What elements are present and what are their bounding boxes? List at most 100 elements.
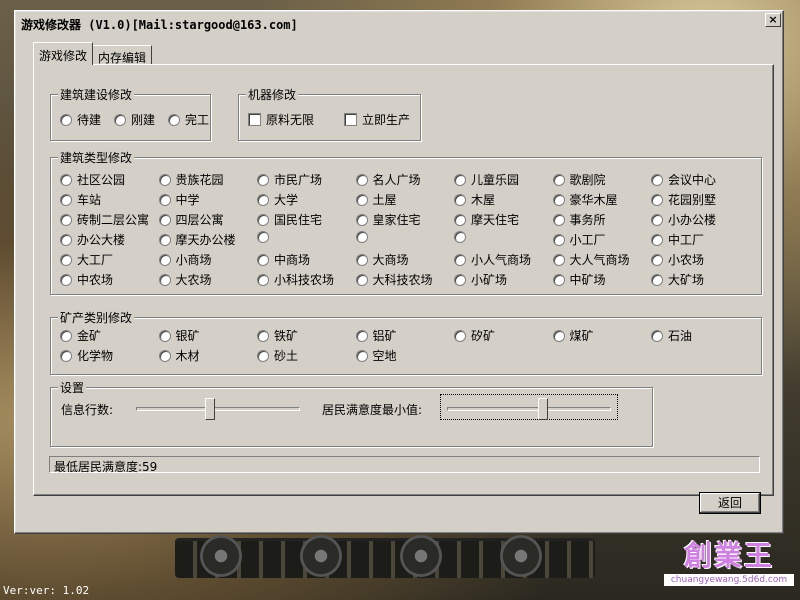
radio-option[interactable]: 社区公园 [60,171,125,188]
radio-option[interactable]: 大科技农场 [355,271,433,288]
radio-option[interactable]: 大矿场 [651,271,704,288]
title-bar[interactable]: 游戏修改器 (V1.0)[Mail:stargood@163.com] [18,14,780,34]
radio-option[interactable]: 车站 [60,191,101,208]
radio-option[interactable]: 四层公寓 [158,211,224,228]
radio-option[interactable]: 皇家住宅 [355,211,421,228]
radio-option[interactable]: 金矿 [60,327,101,344]
radio-icon [454,253,466,266]
radio-option[interactable]: 国民住宅 [257,211,322,228]
radio-option[interactable]: 木屋 [454,191,495,208]
radio-icon [355,349,368,362]
tab-memory-edit[interactable]: 内存编辑 [92,45,153,65]
radio-option[interactable]: 办公大楼 [60,231,125,248]
radio-option[interactable]: 小矿场 [454,271,507,288]
radio-option[interactable]: 事务所 [552,211,606,228]
radio-icon [158,213,171,226]
radio-option[interactable]: 贵族花园 [158,171,224,188]
radio-icon [454,173,466,186]
radio-option[interactable]: 小农场 [651,251,704,268]
radio-option[interactable]: 小工厂 [552,231,606,248]
radio-option[interactable]: 木材 [158,347,200,364]
radio-option[interactable]: 化学物 [60,347,113,364]
radio-option[interactable]: 石油 [651,327,692,344]
radio-option[interactable]: 大工厂 [60,251,113,268]
radio-icon [651,233,663,246]
radio-icon [60,213,72,226]
radio-option[interactable]: 刚建 [114,111,155,128]
group-title: 设置 [58,379,87,396]
radio-icon [158,329,171,342]
radio-option[interactable]: 会议中心 [651,171,716,188]
radio-option[interactable]: 银矿 [158,327,200,344]
radio-icon [651,273,663,286]
radio-option[interactable]: 中矿场 [552,271,606,288]
radio-option[interactable]: 名人广场 [355,171,421,188]
option-label: 大农场 [175,273,212,287]
radio-icon [257,173,269,186]
option-label: 石油 [668,329,693,343]
option-label: 名人广场 [372,173,421,187]
radio-option[interactable]: 小办公楼 [651,211,716,228]
radio-option[interactable]: 土屋 [355,191,397,208]
radio-icon [158,233,171,246]
option-label: 小工厂 [569,233,606,247]
tab-game-modify[interactable]: 游戏修改 [33,42,94,65]
radio-option[interactable]: 煤矿 [552,327,594,344]
radio-option[interactable]: 铁矿 [257,327,298,344]
option-label: 大人气商场 [569,253,630,267]
radio-option[interactable]: 完工 [168,111,209,128]
tread-wheel [200,535,242,577]
radio-option[interactable]: 大商场 [355,251,409,268]
option-label: 四层公寓 [175,213,224,227]
radio-option[interactable]: 砂土 [257,347,298,364]
option-label: 事务所 [569,213,606,227]
option-label: 煤矿 [569,329,594,343]
radio-option[interactable]: 摩天办公楼 [158,231,236,248]
radio-option[interactable]: 中学 [158,191,200,208]
radio-option[interactable] [355,231,373,243]
radio-icon [158,349,171,362]
radio-option[interactable]: 砖制二层公寓 [60,211,149,228]
radio-option[interactable]: 歌剧院 [552,171,606,188]
radio-option[interactable]: 小商场 [158,251,212,268]
radio-option[interactable]: 大人气商场 [552,251,630,268]
option-label: 中矿场 [569,273,606,287]
option-label: 会议中心 [668,173,717,187]
checkbox-option[interactable]: 立即生产 [344,111,410,128]
radio-option[interactable]: 市民广场 [257,171,322,188]
radio-option[interactable]: 小人气商场 [454,251,531,268]
slider-thumb[interactable] [537,398,548,420]
radio-icon [454,273,466,286]
radio-option[interactable]: 摩天住宅 [454,211,519,228]
radio-option[interactable]: 儿童乐园 [454,171,519,188]
radio-option[interactable]: 空地 [355,347,397,364]
min-satisfaction-slider[interactable] [441,396,617,422]
info-rows-slider[interactable] [130,396,306,422]
slider-thumb[interactable] [205,398,216,420]
radio-option[interactable]: 大学 [257,191,298,208]
radio-option[interactable]: 待建 [60,111,101,128]
settings-group: 设置 信息行数: 居民满意度最小值: [50,379,653,447]
radio-option[interactable]: 豪华木屋 [552,191,618,208]
option-label: 歌剧院 [569,173,606,187]
radio-option[interactable]: 中农场 [60,271,113,288]
back-button[interactable]: 返回 [699,492,761,514]
radio-option[interactable]: 矽矿 [454,327,495,344]
radio-option[interactable]: 大农场 [158,271,212,288]
radio-icon [257,193,269,206]
radio-option[interactable]: 中商场 [257,251,310,268]
option-label: 木材 [175,349,200,363]
radio-option[interactable]: 小科技农场 [257,271,334,288]
option-label: 摩天住宅 [471,213,520,227]
option-label: 砖制二层公寓 [77,213,150,227]
radio-option[interactable] [257,231,274,243]
checkbox-option[interactable]: 原料无限 [248,111,314,128]
option-label: 矽矿 [471,329,496,343]
radio-option[interactable] [454,231,471,243]
close-button[interactable]: × [765,13,781,27]
radio-icon [60,173,72,186]
radio-option[interactable]: 中工厂 [651,231,704,248]
radio-option[interactable]: 花园别墅 [651,191,716,208]
option-label: 大科技农场 [372,273,433,287]
radio-option[interactable]: 铝矿 [355,327,397,344]
